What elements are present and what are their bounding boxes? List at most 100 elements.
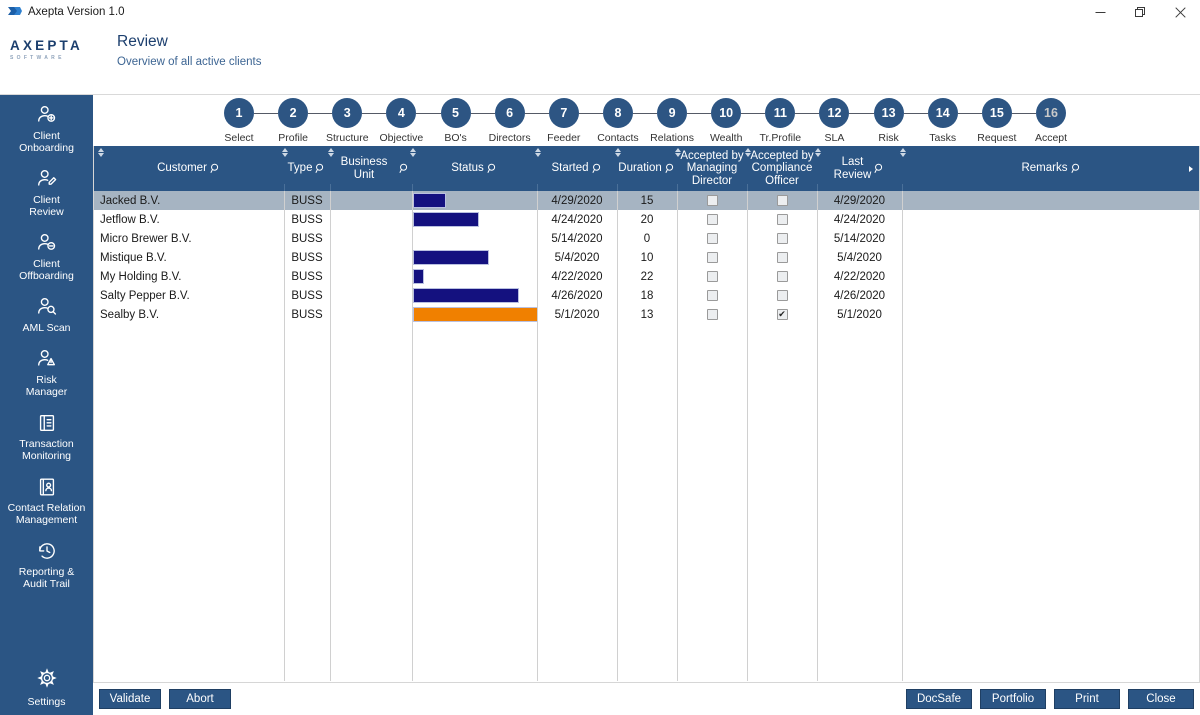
stepper-connector xyxy=(362,113,387,114)
accepted-by-compliance-officer-checkbox[interactable] xyxy=(776,290,788,301)
column-search-icon[interactable] xyxy=(1070,163,1082,174)
stepper-connector xyxy=(578,113,603,114)
sidebar-item-risk-manager[interactable]: Risk Manager xyxy=(0,339,93,403)
accepted-by-managing-director-checkbox[interactable] xyxy=(706,233,718,244)
sidebar-item-client-review[interactable]: Client Review xyxy=(0,159,93,223)
sidebar-item-transaction-monitoring[interactable]: Transaction Monitoring xyxy=(0,403,93,467)
restore-icon[interactable] xyxy=(1120,0,1160,24)
table-row[interactable]: Jacked B.V. BUSS 4/29/2020 15 4/29/2020 xyxy=(94,191,1199,210)
column-search-icon[interactable] xyxy=(874,163,885,174)
stepper-step-label: SLA xyxy=(824,132,845,144)
column-search-icon[interactable] xyxy=(665,163,676,174)
table-row[interactable]: My Holding B.V. BUSS 4/22/2020 22 4/22/2020 xyxy=(94,267,1199,286)
table-row[interactable]: Micro Brewer B.V. BUSS 5/14/2020 0 5/14/2020 xyxy=(94,229,1199,248)
column-sort-icon[interactable] xyxy=(408,147,417,158)
validate-button[interactable]: Validate xyxy=(99,689,161,709)
column-sort-icon[interactable] xyxy=(898,147,907,158)
cell-business-unit xyxy=(330,210,412,229)
table-row[interactable]: Mistique B.V. BUSS 5/4/2020 10 5/4/2020 xyxy=(94,248,1199,267)
print-button[interactable]: Print xyxy=(1054,689,1120,709)
column-divider xyxy=(747,191,748,681)
accepted-by-compliance-officer-checkbox[interactable] xyxy=(776,195,788,206)
abort-button[interactable]: Abort xyxy=(169,689,231,709)
cell-business-unit xyxy=(330,229,412,248)
cell-customer: Sealby B.V. xyxy=(100,308,160,321)
table-header-business-unit[interactable]: Business Unit xyxy=(330,146,412,191)
footer-toolbar: Validate Abort DocSafe Portfolio Print Close xyxy=(93,683,1200,715)
column-sort-icon[interactable] xyxy=(813,147,822,158)
accepted-by-managing-director-checkbox[interactable] xyxy=(706,309,718,320)
column-sort-icon[interactable] xyxy=(280,147,289,158)
cell-duration: 10 xyxy=(640,251,654,264)
contact-book-icon xyxy=(36,476,58,498)
accepted-by-managing-director-checkbox[interactable] xyxy=(706,252,718,263)
user-add-icon xyxy=(36,104,58,126)
accepted-by-managing-director-checkbox[interactable] xyxy=(706,195,718,206)
brand-name: AXEPTA xyxy=(10,38,83,53)
accepted-by-managing-director-checkbox[interactable] xyxy=(706,271,718,282)
sidebar-item-contact-relation-management[interactable]: Contact Relation Management xyxy=(0,467,93,531)
stepper-step-number: 9 xyxy=(657,98,688,128)
sidebar-item-client-onboarding[interactable]: Client Onboarding xyxy=(0,95,93,159)
accepted-by-managing-director-checkbox[interactable] xyxy=(706,290,718,301)
cell-status xyxy=(412,191,537,210)
accepted-by-compliance-officer-checkbox[interactable] xyxy=(776,271,788,282)
column-divider xyxy=(330,184,331,191)
sidebar-item-settings[interactable]: Settings xyxy=(0,668,93,708)
accepted-by-compliance-officer-checkbox[interactable] xyxy=(776,214,788,225)
close-button[interactable]: Close xyxy=(1128,689,1194,709)
docsafe-button[interactable]: DocSafe xyxy=(906,689,972,709)
cell-customer: Jetflow B.V. xyxy=(100,213,160,226)
column-sort-icon[interactable] xyxy=(673,147,682,158)
stepper-step-number: 6 xyxy=(494,98,525,128)
stepper-step-label: Tr.Profile xyxy=(759,132,802,144)
table-header-accepted-md[interactable]: Accepted by Managing Director xyxy=(677,146,747,191)
portfolio-button[interactable]: Portfolio xyxy=(980,689,1046,709)
cell-duration: 0 xyxy=(643,232,651,245)
stepper-step-label: Directors xyxy=(488,132,531,144)
column-sort-icon[interactable] xyxy=(96,147,105,158)
stepper-step-label: Objective xyxy=(379,132,424,144)
column-search-icon[interactable] xyxy=(210,163,221,174)
column-search-icon[interactable] xyxy=(487,163,498,174)
column-search-icon[interactable] xyxy=(399,163,410,174)
sidebar-item-aml-scan[interactable]: AML Scan xyxy=(0,287,93,339)
column-sort-icon[interactable] xyxy=(533,147,542,158)
column-search-icon[interactable] xyxy=(315,163,326,174)
table-header-started[interactable]: Started xyxy=(537,146,617,191)
accepted-by-managing-director-checkbox[interactable] xyxy=(706,214,718,225)
table-header-label: Remarks xyxy=(1021,162,1068,175)
table-header-remarks[interactable]: Remarks xyxy=(902,146,1200,191)
accepted-by-compliance-officer-checkbox[interactable] xyxy=(776,233,788,244)
table-row[interactable]: Jetflow B.V. BUSS 4/24/2020 20 4/24/2020 xyxy=(94,210,1199,229)
accepted-by-compliance-officer-checkbox[interactable] xyxy=(776,252,788,263)
table-header-customer[interactable]: Customer xyxy=(94,146,284,191)
table-header-last-review[interactable]: Last Review xyxy=(817,146,902,191)
table-row[interactable]: Sealby B.V. BUSS 5/1/2020 13 ✔ 5/1/2020 xyxy=(94,305,1199,324)
accepted-by-compliance-officer-checkbox[interactable]: ✔ xyxy=(776,309,788,320)
column-divider xyxy=(747,184,748,191)
sidebar-item-reporting-audit-trail[interactable]: Reporting & Audit Trail xyxy=(0,531,93,595)
column-divider xyxy=(537,191,538,681)
column-sort-icon[interactable] xyxy=(326,147,335,158)
table-header-status[interactable]: Status xyxy=(412,146,537,191)
table-row[interactable]: Salty Pepper B.V. BUSS 4/26/2020 18 4/26/202… xyxy=(94,286,1199,305)
cell-started: 5/14/2020 xyxy=(551,232,603,245)
column-divider xyxy=(284,184,285,191)
column-search-icon[interactable] xyxy=(591,163,603,174)
close-icon[interactable] xyxy=(1160,0,1200,24)
column-divider xyxy=(902,191,903,681)
stepper-step-label: Risk xyxy=(878,132,899,144)
stepper-step-number: 2 xyxy=(278,98,309,128)
table-header-accepted-co[interactable]: Accepted by Compliance Officer xyxy=(747,146,817,191)
column-sort-icon[interactable] xyxy=(743,147,752,158)
table-header-type[interactable]: Type xyxy=(284,146,330,191)
column-sort-icon[interactable] xyxy=(613,147,622,158)
table-header-duration[interactable]: Duration xyxy=(617,146,677,191)
status-progress-bar xyxy=(413,269,424,284)
stepper-step-accept[interactable]: 16 Accept xyxy=(1019,98,1083,144)
minimize-icon[interactable] xyxy=(1080,0,1120,24)
cell-business-unit xyxy=(330,267,412,286)
cell-accepted-co xyxy=(747,286,817,305)
sidebar-item-client-offboarding[interactable]: Client Offboarding xyxy=(0,223,93,287)
